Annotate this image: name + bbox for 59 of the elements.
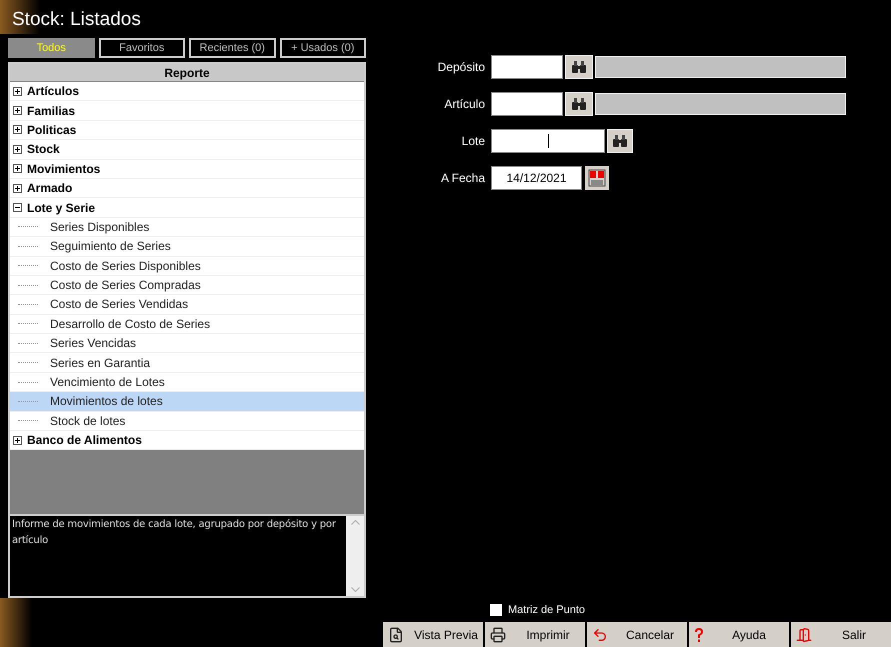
tree-item[interactable]: Stock: [10, 140, 364, 160]
exit-door-icon: [796, 626, 812, 642]
expand-icon[interactable]: [13, 125, 22, 134]
tree-item[interactable]: Series en Garantia: [10, 353, 364, 373]
help-icon: [694, 626, 704, 642]
expand-icon[interactable]: [13, 144, 22, 154]
tree-item[interactable]: Seguimiento de Series: [10, 237, 364, 257]
binoculars-icon: [612, 135, 628, 147]
search-button[interactable]: [565, 55, 593, 79]
toolbar-button[interactable]: Vista Previa: [383, 622, 483, 647]
tree-item[interactable]: Costo de Series Compradas: [10, 276, 364, 296]
expand-icon[interactable]: [13, 436, 22, 445]
expand-icon[interactable]: [13, 106, 22, 116]
field-label: A Fecha: [440, 170, 485, 187]
date-field[interactable]: 14/12/2021: [491, 166, 582, 190]
field-label: Depósito: [436, 59, 485, 76]
tree-item[interactable]: Desarrollo de Costo de Series: [10, 314, 364, 334]
tree-item[interactable]: Armado: [10, 178, 364, 198]
expand-icon[interactable]: [13, 86, 22, 96]
toolbar-button[interactable]: Cancelar: [587, 622, 687, 647]
binoculars-icon: [571, 61, 587, 73]
checkbox-label: Matriz de Punto: [508, 602, 586, 618]
search-button[interactable]: [565, 92, 593, 116]
toolbar-button[interactable]: Imprimir: [485, 622, 585, 647]
tree-item[interactable]: Politicas: [10, 120, 364, 140]
input-field[interactable]: [491, 92, 563, 116]
checkbox[interactable]: [490, 604, 502, 616]
tab[interactable]: Recientes (0): [189, 38, 276, 58]
field-label: Artículo: [443, 96, 485, 113]
tab[interactable]: Favoritos: [98, 38, 185, 58]
tree-item[interactable]: Costo de Series Disponibles: [10, 256, 364, 276]
tree-item[interactable]: Familias: [10, 101, 364, 121]
calendar-icon: [588, 169, 606, 187]
binoculars-icon: [571, 98, 587, 110]
tree-item[interactable]: Lote y Serie: [10, 198, 364, 218]
column-header: Reporte: [10, 64, 364, 82]
toolbar-button[interactable]: Salir: [791, 622, 891, 647]
preview-icon: [388, 626, 404, 642]
expand-icon[interactable]: [13, 164, 22, 174]
input-field[interactable]: [491, 129, 605, 153]
toolbar-button[interactable]: Ayuda: [689, 622, 789, 647]
undo-icon: [592, 626, 608, 642]
input-field[interactable]: [491, 55, 563, 79]
field-label: Lote: [460, 133, 485, 150]
tree-item[interactable]: Series Vencidas: [10, 334, 364, 354]
printer-icon: [490, 626, 506, 642]
tree-item[interactable]: Stock de lotes: [10, 412, 364, 432]
tree-item[interactable]: Movimientos: [10, 160, 364, 179]
calendar-button[interactable]: [585, 166, 609, 190]
tree-item[interactable]: Movimientos de lotes: [10, 392, 364, 412]
description-text: Informe de movimientos de cada lote, agrupado por depósito y por artículo: [11, 518, 337, 548]
expand-icon[interactable]: [13, 184, 22, 193]
search-button[interactable]: [607, 129, 633, 153]
tab[interactable]: + Usados (0): [280, 38, 366, 58]
window-title: Stock: Listados: [12, 10, 141, 32]
tree-item[interactable]: Costo de Series Vendidas: [10, 295, 364, 315]
tree-item[interactable]: Artículos: [10, 82, 364, 102]
tree-item[interactable]: Series Disponibles: [10, 218, 364, 238]
collapse-icon[interactable]: [13, 203, 22, 212]
